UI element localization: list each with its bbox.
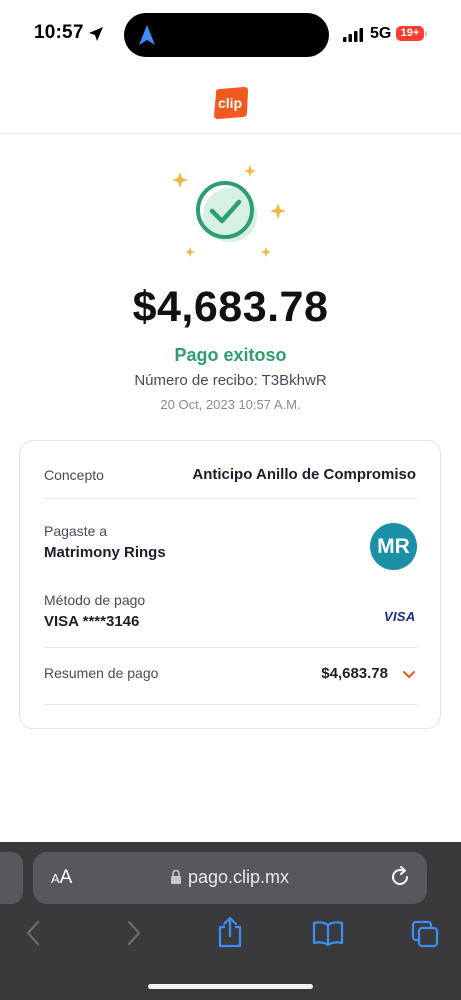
- payment-status: Pago exitoso: [174, 345, 287, 365]
- success-graphic: [172, 165, 286, 257]
- sparkle-icon: [244, 165, 256, 177]
- sparkle-icon: [270, 203, 286, 219]
- signal-icon: [343, 28, 363, 42]
- sparkle-icon: [172, 172, 188, 188]
- bookmarks-icon[interactable]: [312, 920, 344, 946]
- paid-to-value: Matrimony Rings: [44, 544, 166, 561]
- payment-details-card: Concepto Anticipo Anillo de Compromiso P…: [19, 440, 441, 729]
- tabs-icon[interactable]: [411, 920, 439, 948]
- battery-tip: [425, 31, 427, 36]
- payment-summary-row[interactable]: Resumen de pago $4,683.78: [20, 648, 440, 704]
- back-icon[interactable]: [26, 920, 40, 946]
- chevron-down-icon[interactable]: [402, 670, 416, 680]
- home-indicator: [148, 984, 313, 989]
- text-size-button[interactable]: AA: [51, 867, 72, 889]
- divider: [44, 704, 417, 705]
- lock-icon: [171, 869, 181, 884]
- reload-icon[interactable]: [389, 866, 411, 888]
- merchant-avatar: MR: [370, 523, 417, 570]
- payment-date: 20 Oct, 2023 10:57 A.M.: [160, 397, 301, 412]
- summary-value: $4,683.78: [321, 665, 388, 682]
- forward-icon[interactable]: [127, 920, 141, 946]
- page-header: clip: [0, 70, 461, 134]
- clip-logo-text: clip: [218, 95, 242, 111]
- payment-amount: $4,683.78: [132, 283, 329, 331]
- share-icon[interactable]: [217, 916, 243, 948]
- navigation-icon: [139, 25, 155, 45]
- battery-level: 19+: [396, 26, 424, 41]
- browser-toolbar: AA pago.clip.mx: [0, 842, 461, 1000]
- concept-label: Concepto: [44, 467, 104, 483]
- status-bar: 10:57 5G 19+: [0, 0, 461, 70]
- visa-logo: VISA: [384, 609, 416, 624]
- url-text: pago.clip.mx: [188, 867, 290, 887]
- status-time: 10:57: [34, 22, 84, 43]
- previous-tab-preview[interactable]: [0, 852, 23, 904]
- location-arrow-icon: [89, 27, 103, 41]
- dynamic-island: [124, 13, 329, 57]
- payment-method-value: VISA ****3146: [44, 613, 140, 630]
- divider: [44, 498, 417, 499]
- concept-value: Anticipo Anillo de Compromiso: [192, 466, 416, 483]
- address-bar[interactable]: AA pago.clip.mx: [33, 852, 427, 904]
- paid-to-label: Pagaste a: [44, 523, 108, 539]
- clip-logo[interactable]: clip: [211, 86, 249, 120]
- sparkle-icon: [261, 247, 271, 257]
- summary-label: Resumen de pago: [44, 665, 159, 681]
- payment-method-label: Método de pago: [44, 592, 146, 608]
- sparkle-icon: [185, 247, 195, 257]
- receipt-number: Número de recibo: T3BkhwR: [134, 372, 327, 389]
- network-type: 5G: [370, 25, 392, 42]
